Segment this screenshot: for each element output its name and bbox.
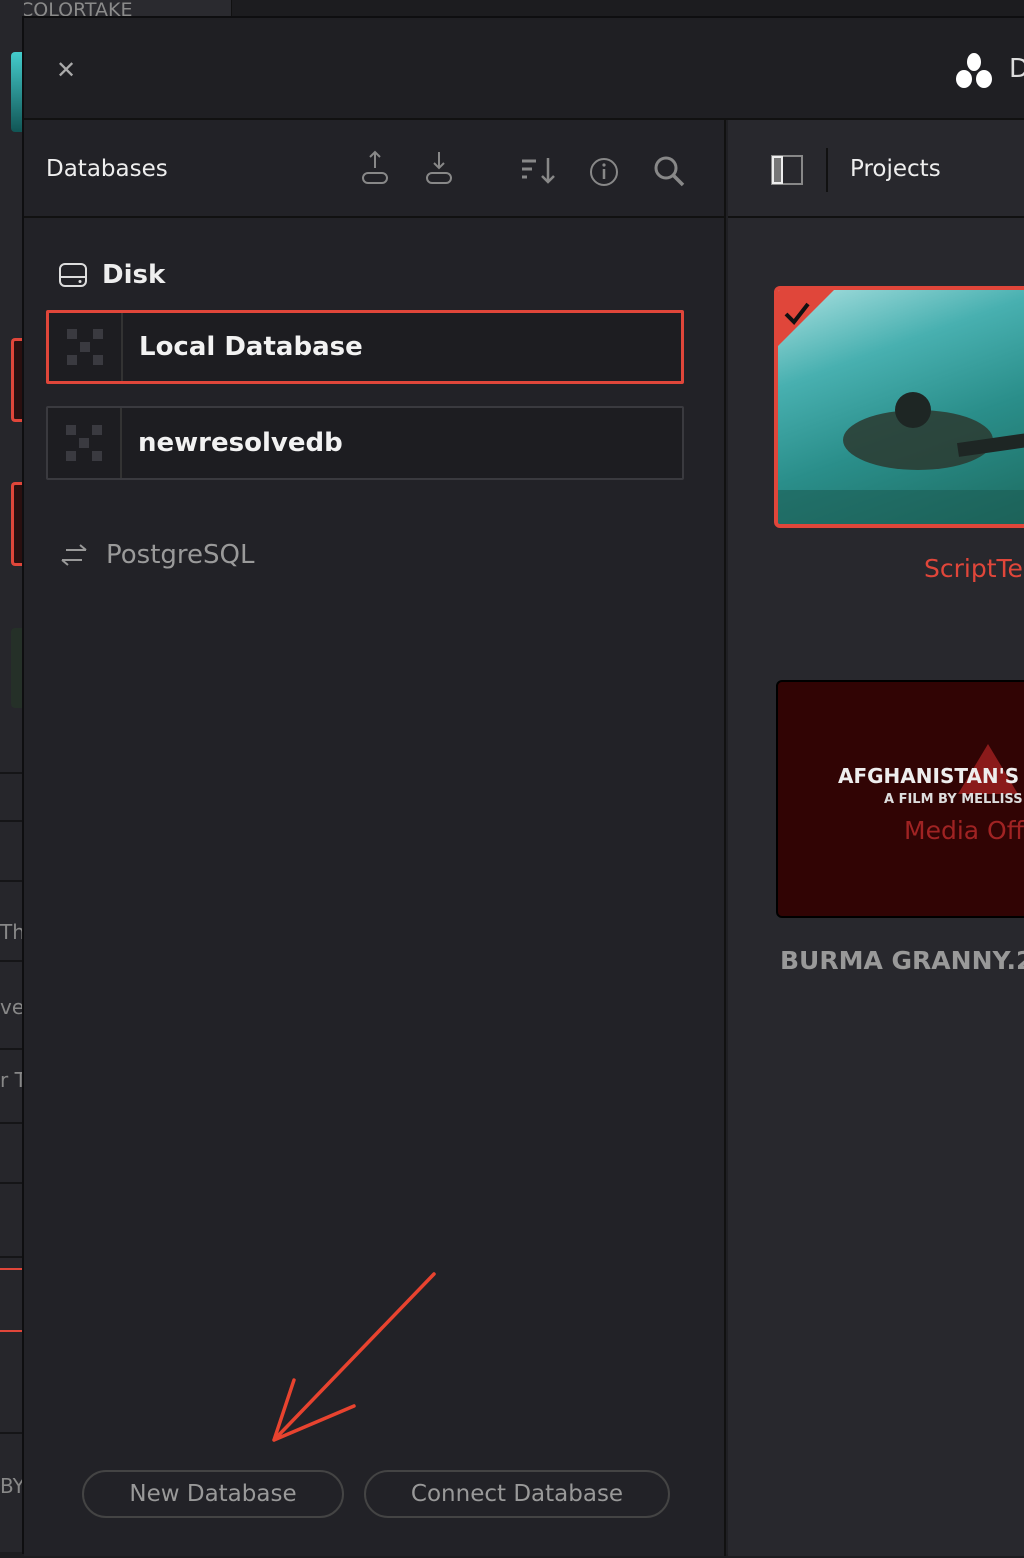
project-name[interactable]: BURMA GRANNY.20 xyxy=(780,946,1024,975)
background-app-strip xyxy=(0,0,24,1558)
close-icon[interactable]: ✕ xyxy=(56,56,76,84)
diver-image xyxy=(778,290,1024,524)
search-icon[interactable] xyxy=(652,154,686,188)
background-text: Th xyxy=(0,920,24,944)
postgresql-label: PostgreSQL xyxy=(106,540,255,570)
project-name[interactable]: ScriptTe xyxy=(924,554,1023,583)
background-text: ver xyxy=(0,995,24,1019)
poster-subtitle: A FILM BY MELLISS xyxy=(884,792,1023,807)
poster-tag: Media Off xyxy=(904,816,1024,845)
davinci-logo-icon xyxy=(956,53,992,88)
connection-arrows-icon xyxy=(61,544,87,566)
databases-header: Databases xyxy=(24,120,724,218)
database-label: Local Database xyxy=(139,332,363,362)
new-database-button[interactable]: New Database xyxy=(82,1470,344,1518)
backup-icon[interactable] xyxy=(360,150,390,186)
database-icon xyxy=(49,313,123,381)
brand-title: D xyxy=(1009,54,1024,84)
projects-header: Projects xyxy=(728,120,1024,218)
projects-panel: Projects ScriptTe AFGHANISTAN'S A FILM B… xyxy=(728,120,1024,1556)
disk-icon xyxy=(59,263,87,287)
restore-icon[interactable] xyxy=(424,150,454,186)
project-manager-dialog: ✕ D Databases Disk Local Database newres… xyxy=(22,16,1024,1556)
project-thumbnail[interactable]: AFGHANISTAN'S A FILM BY MELLISS Media Of… xyxy=(776,680,1024,918)
background-text: BY xyxy=(0,1474,24,1498)
connect-database-button[interactable]: Connect Database xyxy=(364,1470,670,1518)
disk-section-label: Disk xyxy=(102,260,166,290)
project-thumbnail-selected[interactable] xyxy=(774,286,1024,528)
sort-icon[interactable] xyxy=(520,156,558,186)
database-label: newresolvedb xyxy=(138,428,343,458)
projects-title: Projects xyxy=(850,156,941,182)
poster-title: AFGHANISTAN'S xyxy=(838,764,1020,788)
postgresql-section: PostgreSQL xyxy=(58,540,254,570)
dialog-titlebar: ✕ D xyxy=(24,18,1024,120)
disk-section: Disk xyxy=(58,260,165,290)
database-icon xyxy=(48,408,122,478)
databases-panel: Databases Disk Local Database newresolve… xyxy=(24,120,726,1556)
sidebar-toggle-icon[interactable] xyxy=(770,154,804,186)
database-item-newresolvedb[interactable]: newresolvedb xyxy=(46,406,684,480)
info-icon[interactable] xyxy=(588,156,620,188)
databases-title: Databases xyxy=(46,156,168,182)
annotation-arrow-icon xyxy=(272,1272,436,1442)
background-text: r T xyxy=(0,1068,24,1092)
database-item-local[interactable]: Local Database xyxy=(46,310,684,384)
